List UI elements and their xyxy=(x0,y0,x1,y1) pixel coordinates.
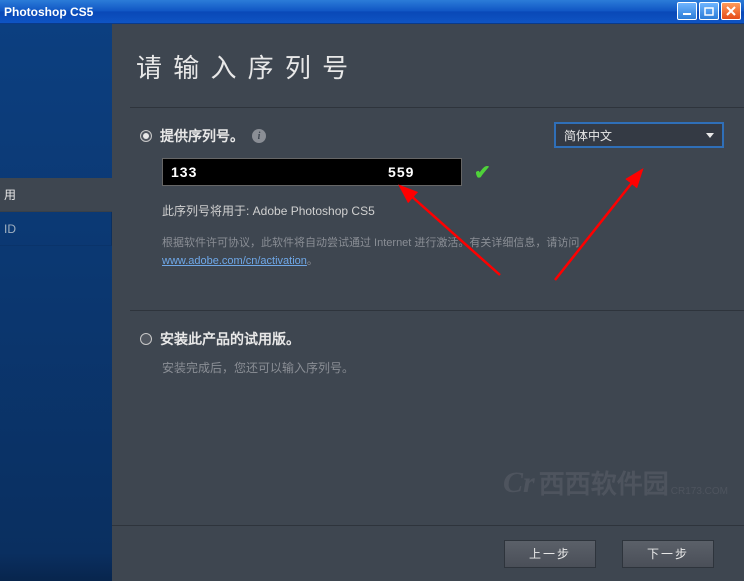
sidebar-item-label: ID xyxy=(4,222,16,236)
serial-number-input[interactable] xyxy=(162,158,462,186)
minimize-icon xyxy=(682,6,692,16)
serial-usage-note: 此序列号将用于: Adobe Photoshop CS5 xyxy=(162,202,744,219)
chevron-down-icon xyxy=(706,133,714,138)
watermark-text: 西西软件园 xyxy=(539,464,669,501)
window-controls xyxy=(677,2,741,20)
maximize-button[interactable] xyxy=(699,2,719,20)
section-title-row: 安装此产品的试用版。 xyxy=(140,329,744,349)
language-select[interactable]: 简体中文 xyxy=(554,122,724,148)
main-panel: 请 输 入 序 列 号 提供序列号。 i 简体中文 ✔ 此序列号将用于: Ado… xyxy=(112,24,744,581)
next-button[interactable]: 下一步 xyxy=(622,540,714,568)
prev-button[interactable]: 上一步 xyxy=(504,540,596,568)
legal-note-prefix: 根据软件许可协议，此软件将自动尝试通过 Internet 进行激活。有关详细信息… xyxy=(162,237,579,249)
minimize-button[interactable] xyxy=(677,2,697,20)
radio-install-trial[interactable] xyxy=(140,333,152,345)
radio-provide-serial[interactable] xyxy=(140,130,152,142)
close-icon xyxy=(726,6,736,16)
footer: 上一步 下一步 xyxy=(112,525,744,581)
sidebar-spacer xyxy=(0,24,112,178)
watermark: Cr 西西软件园 CR173.COM xyxy=(503,464,728,501)
sidebar-item[interactable]: 用 xyxy=(0,178,112,212)
checkmark-icon: ✔ xyxy=(474,160,491,185)
section-provide-serial: 提供序列号。 i 简体中文 ✔ 此序列号将用于: Adobe Photoshop… xyxy=(130,107,744,288)
legal-note: 根据软件许可协议，此软件将自动尝试通过 Internet 进行激活。有关详细信息… xyxy=(162,235,682,270)
window-titlebar: Photoshop CS5 xyxy=(0,0,744,24)
section-title: 安装此产品的试用版。 xyxy=(160,329,300,349)
info-icon[interactable]: i xyxy=(252,129,266,143)
section-trial: 安装此产品的试用版。 安装完成后，您还可以输入序列号。 xyxy=(130,310,744,394)
prev-button-label: 上一步 xyxy=(529,545,571,562)
language-selected: 简体中文 xyxy=(564,127,612,144)
window-title: Photoshop CS5 xyxy=(4,5,93,19)
watermark-sub: CR173.COM xyxy=(671,486,728,497)
maximize-icon xyxy=(704,6,714,16)
next-button-label: 下一步 xyxy=(647,545,689,562)
activation-link[interactable]: www.adobe.com/cn/activation xyxy=(162,255,307,267)
sidebar-item-label: 用 xyxy=(4,186,16,203)
watermark-logo: Cr xyxy=(503,466,535,500)
section-title: 提供序列号。 xyxy=(160,126,244,146)
legal-note-suffix: 。 xyxy=(307,255,318,267)
page-title: 请 输 入 序 列 号 xyxy=(136,48,744,85)
sidebar-item[interactable]: ID xyxy=(0,212,112,246)
serial-row: ✔ xyxy=(162,158,744,186)
close-button[interactable] xyxy=(721,2,741,20)
trial-sub-note: 安装完成后，您还可以输入序列号。 xyxy=(162,359,744,376)
sidebar: 用 ID xyxy=(0,24,112,581)
